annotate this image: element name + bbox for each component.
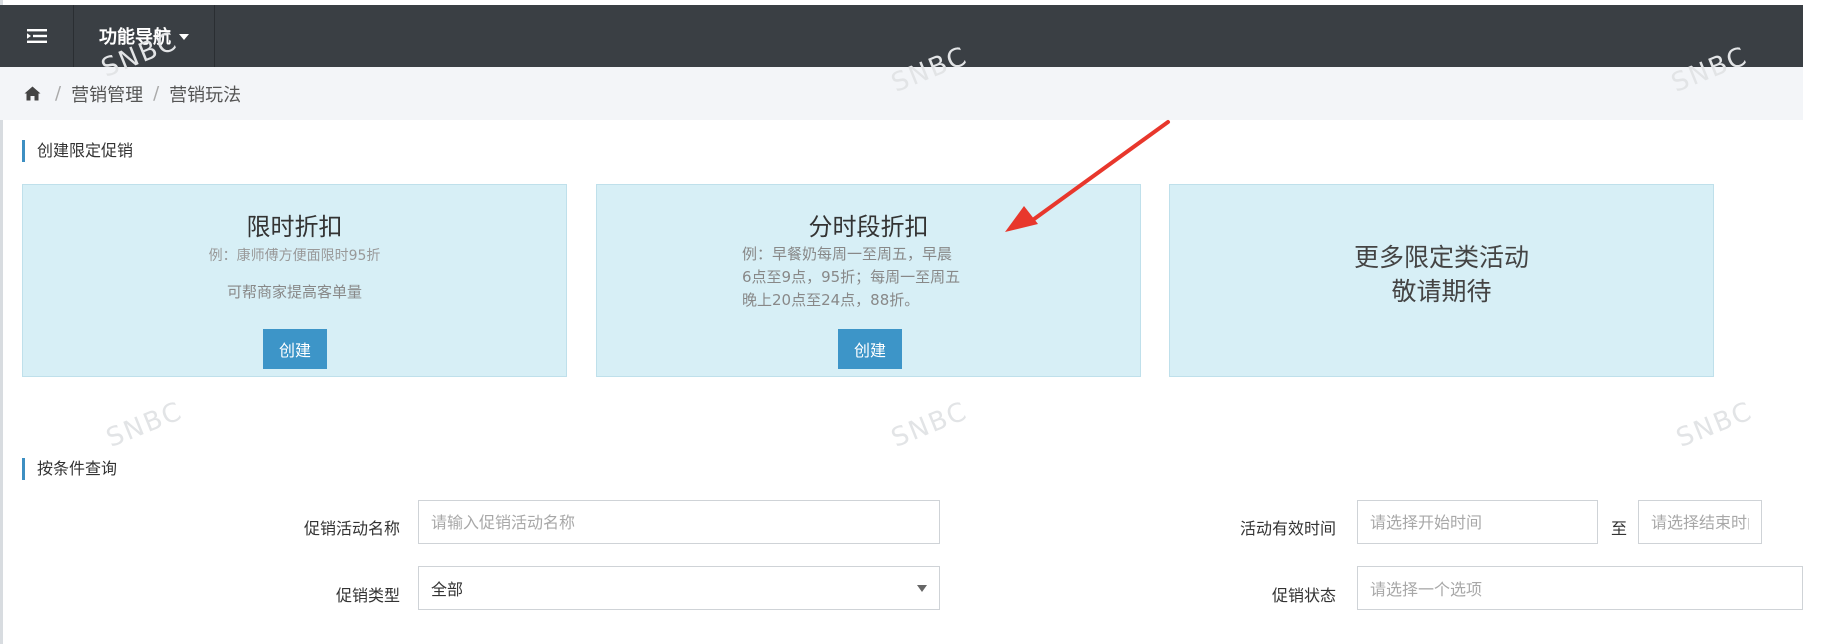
create-section-title: 创建限定促销 (22, 140, 133, 162)
breadcrumb-separator: / (153, 83, 160, 104)
watermark: SNBC (102, 396, 188, 454)
promotion-status-label: 促销状态 (1271, 586, 1336, 605)
promotion-status-select[interactable]: 请选择一个选项 (1357, 566, 1803, 610)
valid-time-label: 活动有效时间 (1239, 519, 1336, 538)
home-icon[interactable] (24, 86, 41, 101)
promotion-type-value: 全部 (431, 580, 464, 599)
card-description: 例：早餐奶每周一至周五，早晨 6点至9点，95折；每周一至周五 晚上20点至24… (742, 243, 992, 312)
function-nav-label: 功能导航 (99, 27, 171, 48)
breadcrumb: / 营销管理 / 营销玩法 (0, 67, 1803, 120)
end-time-input[interactable] (1638, 500, 1762, 544)
card-limited-time-discount: 限时折扣 例：康师傅方便面限时95折 可帮商家提高客单量 创建 (22, 184, 567, 377)
card-coming-soon-line: 敬请期待 (1391, 277, 1492, 306)
menu-toggle-icon (26, 29, 47, 43)
nav-divider (214, 5, 215, 67)
promotion-type-select[interactable]: 全部 (418, 566, 940, 610)
card-title: 限时折扣 (246, 213, 343, 241)
caret-down-icon (179, 34, 189, 40)
watermark: SNBC (1672, 396, 1758, 454)
card-more-coming-soon: 更多限定类活动 敬请期待 (1169, 184, 1714, 377)
card-description-line: 6点至9点，95折；每周一至周五 (742, 268, 961, 286)
breadcrumb-marketing-play: 营销玩法 (169, 84, 242, 106)
watermark: SNBC (887, 396, 973, 454)
card-title: 分时段折扣 (808, 213, 929, 241)
breadcrumb-marketing-management[interactable]: 营销管理 (71, 81, 143, 107)
promotion-name-input[interactable] (418, 500, 940, 544)
breadcrumb-separator: / (55, 83, 62, 104)
create-limited-time-button[interactable]: 创建 (263, 329, 327, 369)
card-description-line: 晚上20点至24点，88折。 (742, 291, 920, 309)
create-time-slot-button[interactable]: 创建 (838, 329, 902, 369)
function-nav-dropdown[interactable]: 功能导航 (74, 5, 214, 67)
query-section-title: 按条件查询 (22, 458, 117, 480)
promotion-status-placeholder: 请选择一个选项 (1370, 580, 1483, 599)
to-label: 至 (1611, 519, 1628, 538)
caret-down-icon (917, 584, 927, 592)
menu-toggle-button[interactable] (0, 5, 73, 67)
top-navbar: 功能导航 (0, 5, 1803, 67)
card-coming-soon-line: 更多限定类活动 (1353, 243, 1529, 272)
start-time-input[interactable] (1357, 500, 1598, 544)
card-description: 例：康师傅方便面限时95折 (208, 248, 381, 264)
card-time-slot-discount: 分时段折扣 例：早餐奶每周一至周五，早晨 6点至9点，95折；每周一至周五 晚上… (596, 184, 1141, 377)
card-description: 可帮商家提高客单量 (226, 283, 362, 301)
promotion-type-label: 促销类型 (335, 586, 400, 605)
card-coming-soon-text: 更多限定类活动 敬请期待 (1170, 241, 1713, 309)
card-description-line: 例：早餐奶每周一至周五，早晨 (742, 245, 953, 263)
promotion-name-label: 促销活动名称 (303, 519, 400, 538)
